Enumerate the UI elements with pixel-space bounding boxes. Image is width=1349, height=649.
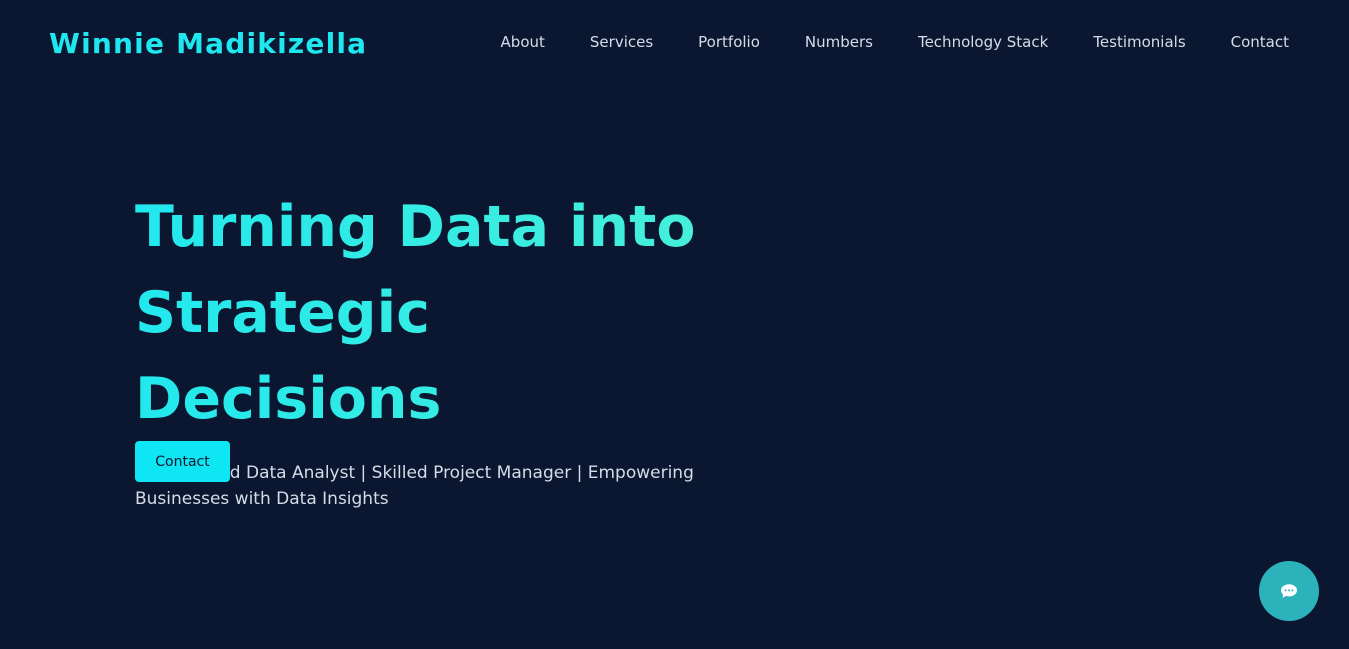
chat-button[interactable]	[1259, 561, 1319, 621]
hero-section: Turning Data into Strategic Decisions Ex…	[135, 184, 775, 512]
top-navbar: Winnie Madikizella About Services Portfo…	[0, 0, 1349, 86]
brand-logo-text[interactable]: Winnie Madikizella	[49, 24, 367, 64]
nav-link-contact[interactable]: Contact	[1231, 30, 1289, 54]
nav-link-numbers[interactable]: Numbers	[805, 30, 873, 54]
nav-link-technology-stack[interactable]: Technology Stack	[918, 30, 1048, 54]
hero-title: Turning Data into Strategic Decisions	[135, 184, 755, 442]
nav-link-portfolio[interactable]: Portfolio	[698, 30, 760, 54]
chat-bubble-icon	[1280, 583, 1298, 599]
landing-page: Winnie Madikizella About Services Portfo…	[0, 0, 1349, 649]
nav-link-about[interactable]: About	[501, 30, 545, 54]
nav-link-services[interactable]: Services	[590, 30, 653, 54]
nav-link-testimonials[interactable]: Testimonials	[1093, 30, 1185, 54]
main-nav: About Services Portfolio Numbers Technol…	[501, 30, 1289, 54]
contact-button[interactable]: Contact	[135, 441, 230, 482]
